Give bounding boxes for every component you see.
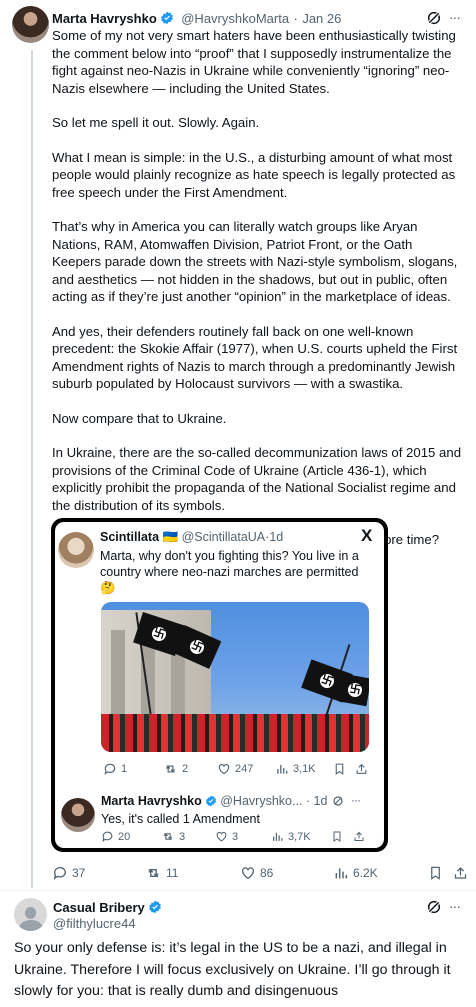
ukraine-flag-icon: 🇺🇦: [162, 530, 179, 544]
view-count: 6.2K: [353, 866, 378, 880]
quoted-header-1: Scintillata 🇺🇦 @ScintillataUA·1d: [100, 530, 283, 545]
reply-author-row: Casual Bribery: [53, 900, 162, 917]
second-reply-value: 20: [118, 830, 131, 843]
second-like-count[interactable]: 3: [215, 830, 238, 843]
verified-badge-icon: [148, 900, 162, 917]
post-body: Some of my not very smart haters have be…: [52, 27, 464, 549]
quoted-view-value: 3,1K: [293, 763, 316, 775]
share-icon[interactable]: [451, 864, 469, 882]
paragraph-4: That’s why in America you can literally …: [52, 219, 458, 304]
quoted-date: 1d: [269, 530, 284, 544]
quoted-author-name[interactable]: Scintillata: [100, 530, 159, 544]
quoted-text-1: Marta, why don't you fighting this? You …: [100, 548, 378, 596]
bookmark-icon[interactable]: [331, 761, 347, 777]
paragraph-1: Some of my not very smart haters have be…: [52, 28, 456, 96]
second-quoted-date: 1d: [313, 794, 328, 808]
second-repost-count[interactable]: 3: [161, 830, 185, 843]
second-quoted-avatar[interactable]: [61, 798, 95, 832]
like-count: 86: [260, 866, 274, 880]
quoted-reply-value: 1: [121, 763, 128, 775]
author-name[interactable]: Marta Havryshko: [52, 11, 157, 26]
share-icon[interactable]: [353, 761, 369, 777]
header-separator: ·: [293, 11, 298, 26]
reply-text: So your only defense is: it’s legal in t…: [14, 940, 451, 999]
share-icon[interactable]: [351, 829, 367, 844]
quoted-like-value: 247: [235, 763, 254, 775]
thinking-emoji-icon: 🤔: [100, 581, 116, 595]
paragraph-2: So let me spell it out. Slowly. Again.: [52, 115, 260, 130]
grok-icon[interactable]: [424, 9, 444, 27]
reply-button[interactable]: 37: [52, 865, 85, 881]
second-repost-value: 3: [179, 830, 186, 843]
quoted-repost-value: 2: [182, 763, 189, 775]
second-quoted-separator: ·: [305, 794, 311, 808]
reply-author-name[interactable]: Casual Bribery: [53, 900, 145, 915]
quoted-like-count[interactable]: 247: [217, 762, 253, 776]
second-like-value: 3: [232, 830, 239, 843]
views-button[interactable]: 6.2K: [333, 865, 378, 881]
thread-connector-line: [31, 50, 33, 888]
paragraph-5: And yes, their defenders routinely fall …: [52, 323, 458, 392]
quoted-repost-count[interactable]: 2: [163, 762, 188, 776]
post-divider: [0, 890, 476, 891]
second-quoted-text: Yes, it's called 1 Amendment: [101, 812, 260, 826]
verified-badge-icon: [205, 795, 217, 810]
more-options-icon[interactable]: ···: [449, 898, 461, 914]
repost-button[interactable]: 11: [145, 865, 178, 881]
repost-count: 11: [166, 866, 179, 880]
quoted-header-2: Marta Havryshko @Havryshko... · 1d: [101, 794, 327, 810]
quoted-screenshot-inner: Scintillata 🇺🇦 @ScintillataUA·1d X Marta…: [55, 522, 384, 848]
quoted-reply-count[interactable]: 1: [103, 762, 127, 776]
paragraph-7: In Ukraine, there are the so-called deco…: [52, 445, 462, 513]
scintillata-avatar[interactable]: [58, 532, 94, 568]
quoted-view-count[interactable]: 3,1K: [275, 762, 316, 776]
bookmark-icon[interactable]: [426, 864, 444, 882]
quoted-screenshot[interactable]: Scintillata 🇺🇦 @ScintillataUA·1d X Marta…: [51, 518, 388, 852]
march-photo[interactable]: 卐 卐 卐 卐: [101, 602, 369, 752]
quoted-author-handle[interactable]: @ScintillataUA: [182, 530, 266, 544]
author-avatar[interactable]: [12, 6, 49, 43]
more-options-icon[interactable]: ···: [449, 9, 461, 25]
x-logo-icon: X: [361, 526, 373, 545]
reply-count: 37: [72, 866, 86, 880]
reply-author-handle[interactable]: @filthylucre44: [53, 916, 136, 931]
paragraph-6: Now compare that to Ukraine.: [52, 410, 227, 426]
swastika-flag: 卐: [338, 673, 369, 707]
second-reply-count[interactable]: 20: [101, 830, 130, 843]
marching-crowd: [101, 714, 369, 752]
second-view-count[interactable]: 3,7K: [271, 830, 311, 843]
paragraph-3: What I mean is simple: in the U.S., a di…: [52, 149, 456, 200]
post-date[interactable]: Jan 26: [302, 11, 341, 26]
like-button[interactable]: 86: [240, 865, 273, 881]
reply-author-avatar[interactable]: [14, 898, 47, 931]
second-view-value: 3,7K: [288, 830, 311, 843]
grok-icon[interactable]: [331, 794, 345, 808]
second-quoted-handle[interactable]: @Havryshko...: [220, 794, 302, 808]
more-options-icon[interactable]: ···: [351, 793, 361, 807]
bookmark-icon[interactable]: [329, 829, 345, 844]
grok-icon[interactable]: [424, 898, 444, 916]
quoted-message-1: Marta, why don't you fighting this? You …: [100, 549, 359, 579]
second-quoted-author[interactable]: Marta Havryshko: [101, 794, 202, 808]
author-handle[interactable]: @HavryshkoMarta: [181, 11, 289, 26]
